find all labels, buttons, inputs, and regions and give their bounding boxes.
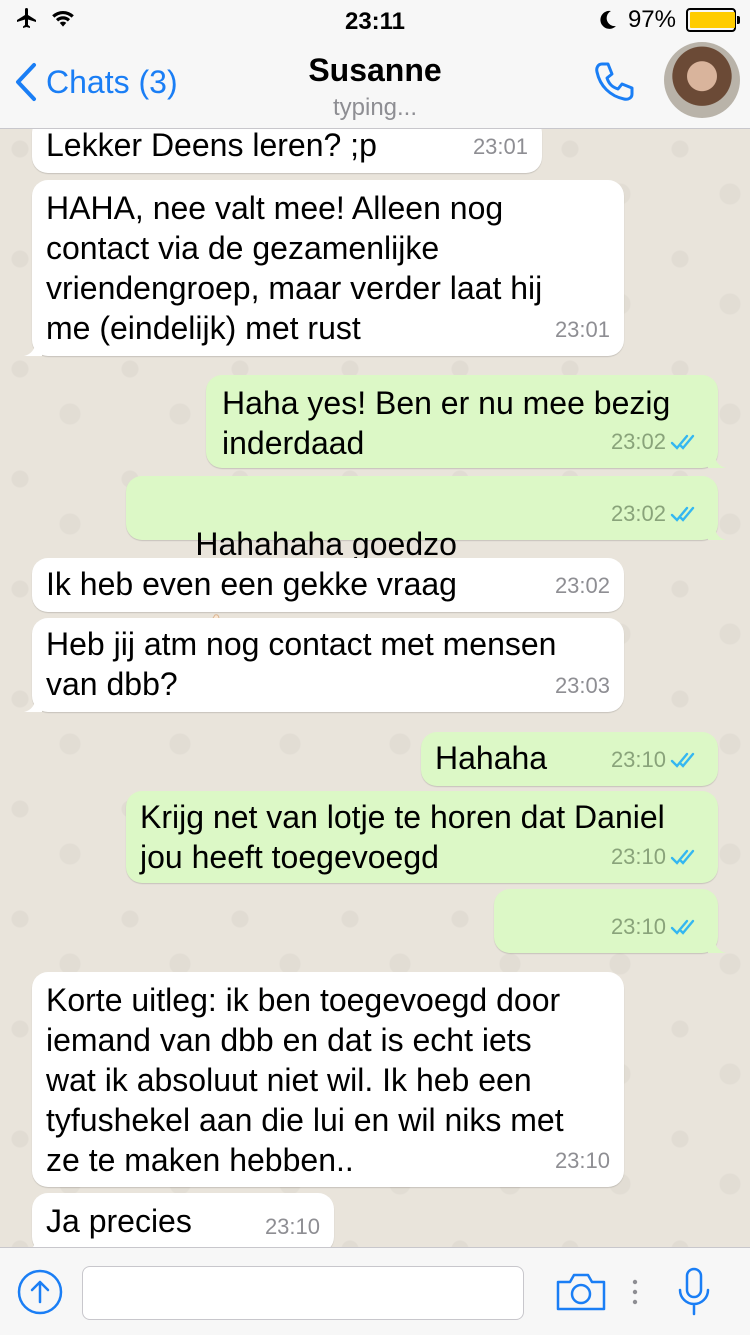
message-meta: 23:10 [611, 907, 700, 947]
incoming-message[interactable]: HAHA, nee valt mee! Alleen nog contact v… [24, 180, 624, 356]
message-list[interactable]: Lekker Deens leren? ;p 23:01 HAHA, nee v… [0, 129, 750, 1247]
phone-icon [595, 62, 634, 101]
call-button[interactable] [590, 58, 638, 111]
bubble-tail [708, 935, 726, 953]
incoming-message[interactable]: Korte uitleg: ik ben toegevoegd door iem… [32, 972, 624, 1187]
message-text: Ik heb even een gekke vraag [46, 566, 457, 602]
double-check-icon [670, 434, 695, 450]
double-check-icon [670, 752, 695, 768]
incoming-message[interactable]: Heb jij atm nog contact met mensen van d… [24, 618, 624, 712]
message-time: 23:10 [610, 914, 666, 939]
battery-icon [686, 8, 740, 32]
message-meta: 23:02 [611, 422, 700, 462]
message-time: 23:02 [610, 501, 666, 526]
message-time: 23:03 [554, 673, 610, 698]
bubble-tail [33, 1235, 42, 1247]
contact-avatar[interactable] [664, 42, 740, 118]
double-check-icon [670, 849, 695, 865]
message-text: Heb jij atm nog contact met mensen van d… [46, 626, 557, 702]
message-time: 23:10 [610, 747, 666, 772]
bubble-tail [24, 338, 42, 356]
message-text: Korte uitleg: ik ben toegevoegd door iem… [46, 982, 564, 1178]
outgoing-message[interactable]: Hahahaha goedzo 23:02 [126, 476, 726, 643]
message-time: 23:01 [554, 317, 610, 342]
message-input[interactable] [82, 1266, 524, 1320]
message-meta: 23:02 [611, 494, 700, 534]
message-time: 23:10 [610, 844, 666, 869]
moon-icon [600, 10, 616, 29]
camera-icon[interactable] [555, 1272, 607, 1312]
microphone-icon[interactable] [676, 1266, 712, 1318]
outgoing-message[interactable]: Krijg net van lotje te horen dat Daniel … [126, 791, 718, 883]
message-text: Lekker Deens leren? ;p [46, 129, 377, 163]
chat-header: Chats (3) Susanne typing... [0, 40, 750, 129]
message-text: HAHA, nee valt mee! Alleen nog contact v… [46, 190, 543, 346]
message-text: Ja precies [46, 1203, 192, 1239]
message-time: 23:02 [554, 573, 610, 598]
message-composer [0, 1247, 750, 1335]
message-time: 23:10 [554, 1148, 610, 1173]
incoming-message[interactable]: Ik heb even een gekke vraag 23:02 [32, 558, 624, 612]
message-text: Hahaha [435, 740, 548, 776]
share-icon[interactable] [16, 1268, 64, 1316]
double-check-icon [670, 919, 695, 935]
message-text: Krijg net van lotje te horen dat Daniel … [140, 799, 665, 875]
bubble-tail [708, 450, 726, 468]
outgoing-message[interactable]: Hahaha 23:10 [421, 732, 718, 786]
bubble-tail [24, 694, 42, 712]
outgoing-message[interactable]: Haha yes! Ben er nu mee bezig inderdaad … [206, 375, 726, 468]
message-time: 23:10 [264, 1214, 320, 1239]
bubble-tail [708, 522, 726, 540]
incoming-message[interactable]: Lekker Deens leren? ;p 23:01 [32, 129, 542, 173]
status-bar: 23:11 97% [0, 0, 750, 40]
battery-percent: 97% [627, 6, 676, 33]
message-meta: 23:10 [611, 740, 700, 780]
message-text: Hahahaha goedzo [195, 526, 457, 562]
message-time: 23:01 [472, 134, 528, 159]
double-check-icon [670, 506, 695, 522]
outgoing-message[interactable]: 23:10 [494, 889, 726, 1019]
incoming-message[interactable]: Ja precies 23:10 [32, 1193, 334, 1247]
message-text: Haha yes! Ben er nu mee bezig inderdaad [222, 385, 671, 461]
more-options-icon[interactable] [630, 1278, 640, 1306]
message-meta: 23:10 [611, 837, 700, 877]
message-time: 23:02 [610, 429, 666, 454]
